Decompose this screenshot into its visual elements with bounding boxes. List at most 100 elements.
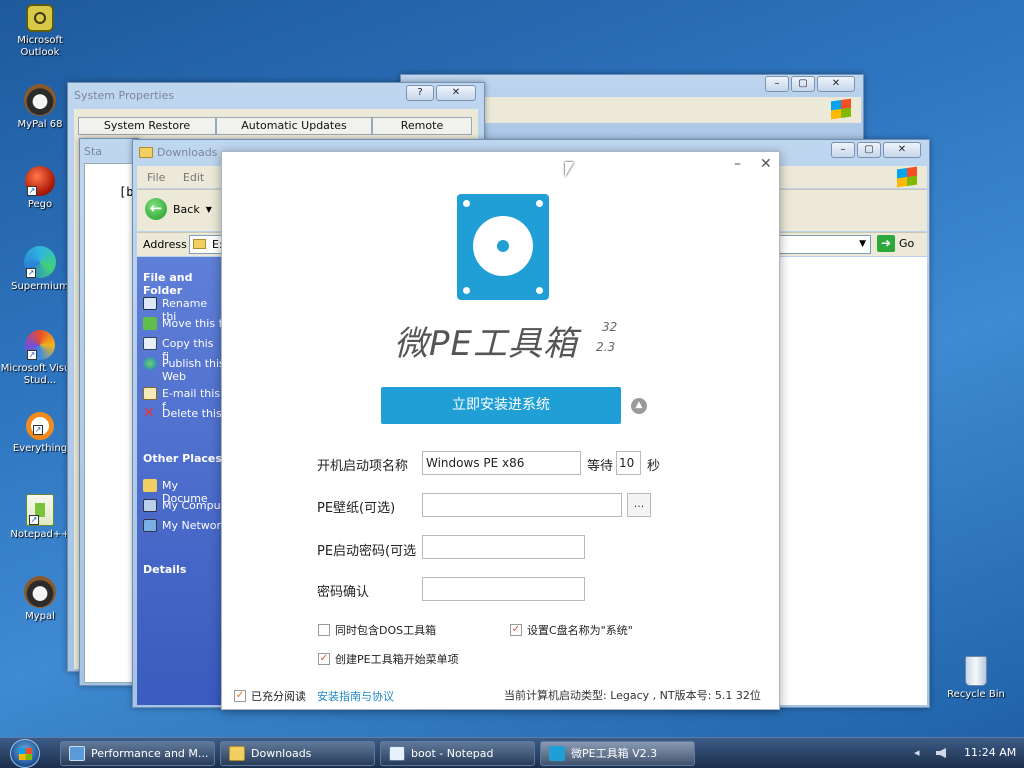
menu-edit[interactable]: Edit xyxy=(183,171,204,184)
outlook-icon xyxy=(26,4,54,32)
taskbar-button-downloads[interactable]: Downloads xyxy=(220,741,375,766)
minimize-button[interactable]: – xyxy=(734,156,741,172)
rename-c-drive-label: 设置C盘名称为"系统" xyxy=(527,624,633,637)
recycle-bin-icon xyxy=(965,656,987,686)
start-menu-label: 创建PE工具箱开始菜单项 xyxy=(335,653,459,666)
wallpaper-input[interactable] xyxy=(422,493,622,517)
wait-seconds-input[interactable] xyxy=(616,451,641,475)
computer-icon xyxy=(143,499,157,512)
back-label: Back xyxy=(173,202,200,216)
performance-icon xyxy=(69,746,85,761)
window-title: Sta xyxy=(84,145,103,158)
taskbar-button-notepad[interactable]: boot - Notepad xyxy=(380,741,535,766)
windows-logo-icon xyxy=(897,166,917,188)
place-label: My Networ xyxy=(162,519,222,532)
include-dos-label: 同时包含DOS工具箱 xyxy=(335,624,437,637)
confirm-password-input[interactable] xyxy=(422,577,585,601)
agree-checkbox[interactable]: ✓ 已充分阅读 xyxy=(234,688,306,704)
task-label: Delete this xyxy=(162,407,222,420)
chevron-down-icon[interactable]: ▼ xyxy=(859,239,866,249)
network-icon xyxy=(143,519,157,532)
desktop-icon-recycle-bin[interactable]: Recycle Bin xyxy=(936,656,1016,701)
boot-name-input[interactable] xyxy=(422,451,581,475)
other-places-header: Other Places xyxy=(143,452,222,465)
pe-tool-icon xyxy=(549,746,565,761)
taskbar-button-label: Performance and M... xyxy=(91,747,209,760)
go-label: Go xyxy=(899,237,915,250)
caption-buttons: – ▢ ✕ xyxy=(831,142,921,158)
taskbar-button-label: Downloads xyxy=(251,747,312,760)
notepad-window[interactable]: Sta [b xyxy=(79,138,139,686)
clock[interactable]: 11:24 AM xyxy=(964,746,1016,759)
place-my-computer[interactable]: My Compu xyxy=(143,499,221,512)
boot-type-info: 当前计算机启动类型: Legacy , NT版本号: 5.1 32位 xyxy=(504,689,761,702)
task-label: Move this f xyxy=(162,317,223,330)
back-arrow-icon: ← xyxy=(145,198,167,220)
minimize-button[interactable]: – xyxy=(765,76,789,92)
details-header: Details xyxy=(143,563,187,576)
tab-system-restore[interactable]: System Restore xyxy=(78,117,216,135)
boot-name-label: 开机启动项名称 xyxy=(317,459,409,474)
rename-c-drive-checkbox[interactable]: ✓ 设置C盘名称为"系统" xyxy=(510,622,633,638)
menu-file[interactable]: File xyxy=(147,171,165,184)
minimize-button[interactable]: – xyxy=(831,142,855,158)
email-icon xyxy=(143,387,157,400)
windows-logo-icon xyxy=(19,748,32,760)
tab-remote[interactable]: Remote xyxy=(372,117,472,135)
folder-icon xyxy=(143,479,157,492)
visual-studio-icon: ↗ xyxy=(25,330,55,360)
tray-expand-icon[interactable]: ◂ xyxy=(914,746,920,759)
task-publish[interactable]: Publish this Web xyxy=(143,357,225,383)
install-guide-link[interactable]: 安装指南与协议 xyxy=(317,688,394,704)
task-pane: File and Folder Rename thi Move this f C… xyxy=(137,257,225,705)
checkbox-box: ✓ xyxy=(510,624,522,636)
close-button[interactable]: ✕ xyxy=(436,85,476,101)
expand-options-icon[interactable]: ▲ xyxy=(631,398,647,414)
password-input[interactable] xyxy=(422,535,585,559)
notepad-text-area[interactable]: [b xyxy=(84,163,136,683)
install-to-system-button[interactable]: 立即安装进系统 xyxy=(381,387,621,424)
close-button[interactable]: ✕ xyxy=(760,156,772,172)
wallpaper-label: PE壁纸(可选) xyxy=(317,501,396,516)
raccoon-icon xyxy=(24,84,56,116)
help-button[interactable]: ? xyxy=(406,85,434,101)
pe-installer-window[interactable]: – ✕ 微PE工具箱 32 2.3 立即安装进系统 ▲ 开机启动项名称 等待 秒… xyxy=(221,151,780,710)
delete-icon: ✕ xyxy=(143,405,155,421)
go-arrow-icon: ➜ xyxy=(877,235,895,252)
task-move[interactable]: Move this f xyxy=(143,317,222,330)
address-label: Address xyxy=(143,238,187,251)
window-title: System Properties xyxy=(74,89,175,102)
pego-icon: ↗ xyxy=(25,166,55,196)
task-delete[interactable]: ✕ Delete this xyxy=(143,405,222,421)
close-button[interactable]: ✕ xyxy=(817,76,855,92)
tab-automatic-updates[interactable]: Automatic Updates xyxy=(216,117,372,135)
chevron-down-icon[interactable]: ▼ xyxy=(206,205,212,214)
password-label: PE启动密码(可选 xyxy=(317,544,417,559)
notepad-icon xyxy=(389,746,405,761)
taskbar-button-pe-tool[interactable]: 微PE工具箱 V2.3 xyxy=(540,741,695,766)
windows-logo-icon xyxy=(831,98,851,120)
file-tasks-header: File and Folder xyxy=(143,271,193,297)
everything-icon: ↗ xyxy=(26,412,54,440)
go-button[interactable]: ➜ Go xyxy=(877,235,914,252)
taskbar-button-label: 微PE工具箱 V2.3 xyxy=(571,747,658,760)
browse-button[interactable]: ... xyxy=(627,493,651,517)
start-menu-checkbox[interactable]: ✓ 创建PE工具箱开始菜单项 xyxy=(318,651,459,667)
include-dos-checkbox[interactable]: 同时包含DOS工具箱 xyxy=(318,622,436,638)
desktop-icon-outlook[interactable]: Microsoft Outlook xyxy=(0,4,80,59)
taskbar-button-performance[interactable]: Performance and M... xyxy=(60,741,215,766)
place-my-network[interactable]: My Networ xyxy=(143,519,221,532)
pe-title: 微PE工具箱 xyxy=(394,324,578,364)
checkbox-box: ✓ xyxy=(318,653,330,665)
confirm-password-label: 密码确认 xyxy=(317,585,370,600)
agree-label: 已充分阅读 xyxy=(251,690,306,703)
close-button[interactable]: ✕ xyxy=(883,142,921,158)
move-icon xyxy=(143,317,157,330)
back-button[interactable]: ← Back ▼ xyxy=(145,198,212,220)
folder-icon xyxy=(139,147,153,158)
start-button[interactable] xyxy=(10,739,40,768)
maximize-button[interactable]: ▢ xyxy=(791,76,815,92)
speaker-icon[interactable] xyxy=(936,748,946,758)
maximize-button[interactable]: ▢ xyxy=(857,142,881,158)
globe-icon xyxy=(143,357,157,370)
